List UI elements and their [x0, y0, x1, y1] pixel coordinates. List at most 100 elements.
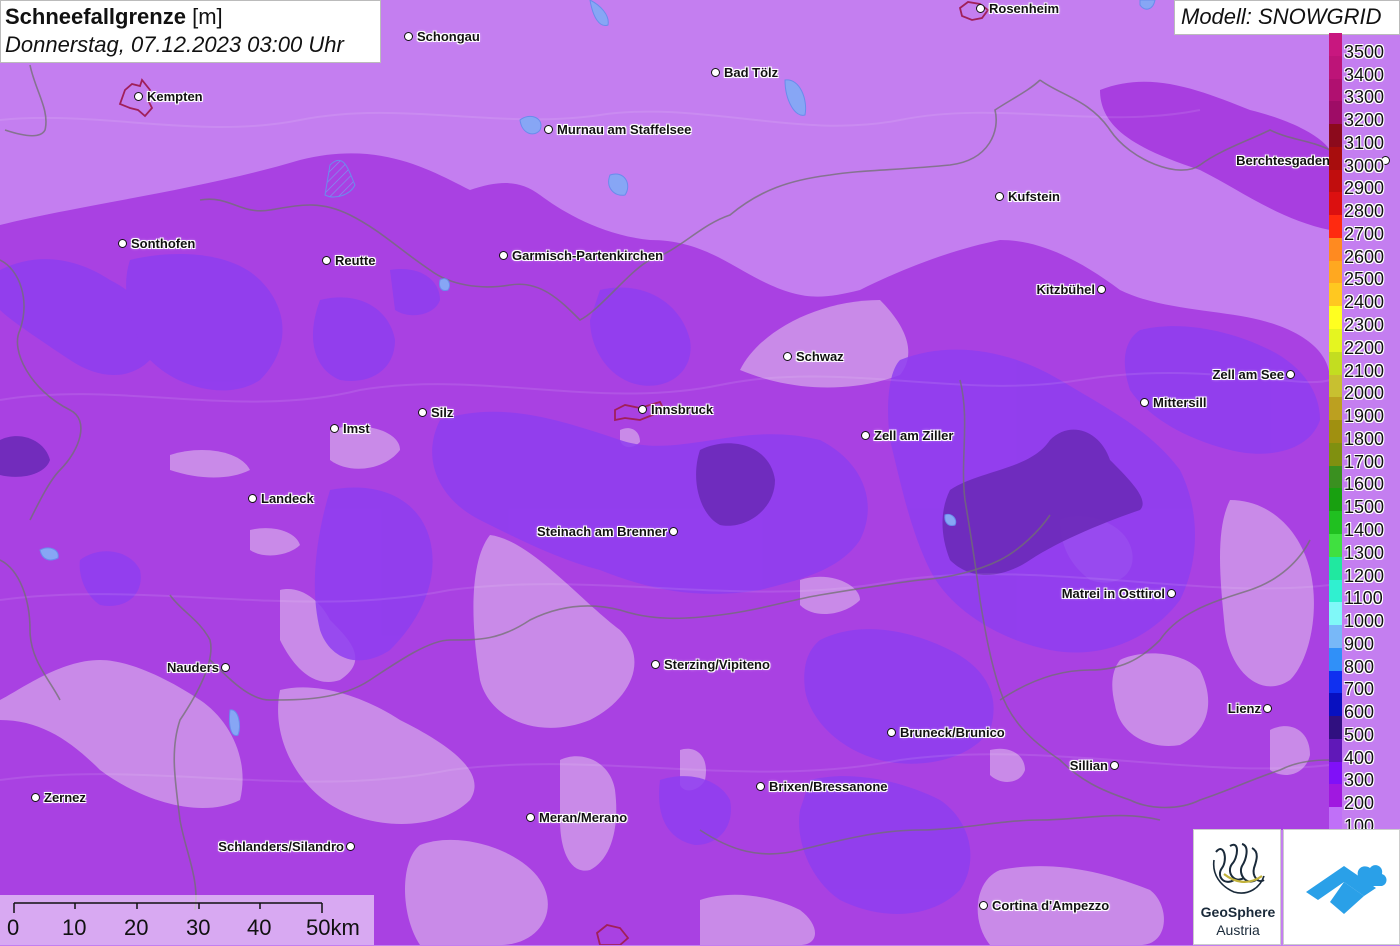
snowfall-map[interactable]: [0, 0, 1400, 945]
city-marker[interactable]: [221, 663, 230, 672]
city-label: Mittersill: [1153, 395, 1207, 410]
legend-swatch: [1329, 579, 1342, 603]
city-label: Sterzing/Vipiteno: [664, 657, 770, 672]
snowgrid-logo[interactable]: [1283, 829, 1400, 945]
city-label: Sillian: [1069, 758, 1108, 773]
city-marker[interactable]: [1110, 761, 1119, 770]
scale-tick-label: 30: [186, 915, 211, 940]
city-marker[interactable]: [134, 92, 143, 101]
city-label: Zell am See: [1212, 367, 1284, 382]
legend-item: 900: [1328, 625, 1400, 654]
legend-swatch: [1329, 716, 1342, 740]
legend-item: 2200: [1328, 329, 1400, 358]
scale-tick-label: 20: [124, 915, 149, 940]
city-marker[interactable]: [1263, 704, 1272, 713]
legend-swatch: [1329, 670, 1342, 694]
city-marker[interactable]: [669, 527, 678, 536]
legend-item: 800: [1328, 647, 1400, 677]
city-label: Imst: [343, 421, 370, 436]
city-marker[interactable]: [346, 842, 355, 851]
color-legend: 3500 3400 3300 3200 3100 3000 2900 2800 2700 2600…: [1328, 33, 1400, 836]
legend-item: 1900: [1328, 397, 1400, 426]
city-marker[interactable]: [404, 32, 413, 41]
city-marker[interactable]: [118, 239, 127, 248]
legend-swatch: [1329, 215, 1342, 239]
map-title-unit: [m]: [192, 4, 223, 29]
city-marker[interactable]: [544, 125, 553, 134]
city-label: Matrei in Osttirol: [1061, 586, 1165, 601]
city-marker[interactable]: [248, 494, 257, 503]
legend-swatch: [1329, 169, 1342, 193]
city-label: Sonthofen: [131, 236, 196, 251]
legend-swatch: [1329, 625, 1342, 649]
city-label: Cortina d'Ampezzo: [992, 898, 1110, 913]
city-label: Landeck: [261, 491, 314, 506]
city-label: Kempten: [147, 89, 203, 104]
legend-item: 1000: [1328, 602, 1400, 631]
legend-item: 1300: [1328, 533, 1400, 563]
city-label: Zell am Ziller: [874, 428, 954, 443]
legend-swatch: [1329, 192, 1342, 216]
legend-swatch: [1329, 807, 1342, 831]
legend-item: 2100: [1328, 351, 1400, 381]
legend-item: 400: [1328, 738, 1400, 768]
legend-item: 700: [1328, 670, 1400, 699]
legend-item: 2300: [1328, 306, 1400, 335]
legend-item: 3100: [1328, 124, 1400, 153]
city-label: Garmisch-Partenkirchen: [512, 248, 664, 263]
scale-bar: 0 10 20 30 40 50km: [0, 895, 374, 945]
city-marker[interactable]: [979, 901, 988, 910]
city-marker[interactable]: [976, 4, 985, 13]
city-label: Reutte: [335, 253, 376, 268]
legend-swatch: [1329, 442, 1342, 467]
geosphere-name: GeoSphere: [1200, 904, 1276, 920]
city-marker[interactable]: [651, 660, 660, 669]
legend-item: 1600: [1328, 465, 1400, 494]
legend-item: 1700: [1328, 442, 1400, 472]
city-marker[interactable]: [711, 68, 720, 77]
legend-swatch: [1329, 602, 1342, 626]
legend-item: 1100: [1328, 579, 1400, 608]
city-marker[interactable]: [31, 793, 40, 802]
city-label: Zernez: [44, 790, 86, 805]
geosphere-mark-icon: [1212, 843, 1265, 894]
city-marker[interactable]: [887, 728, 896, 737]
city-marker[interactable]: [1140, 398, 1149, 407]
city-marker[interactable]: [756, 782, 765, 791]
city-marker[interactable]: [499, 251, 508, 260]
city-label: Schwaz: [796, 349, 844, 364]
legend-item: 3400: [1328, 55, 1400, 85]
city-marker[interactable]: [330, 424, 339, 433]
map-date: Donnerstag, 07.12.2023 03:00 Uhr: [5, 32, 344, 57]
city-marker[interactable]: [995, 192, 1004, 201]
legend-item: 2000: [1328, 374, 1400, 403]
city-marker[interactable]: [1167, 589, 1176, 598]
legend-item: 2500: [1328, 260, 1400, 289]
legend-swatch: [1329, 33, 1342, 57]
city-marker[interactable]: [783, 352, 792, 361]
city-marker[interactable]: [638, 405, 647, 414]
city-label: Steinach am Brenner: [536, 524, 667, 539]
city-marker[interactable]: [861, 431, 870, 440]
legend-item: 3500: [1328, 33, 1400, 62]
legend-item: 2700: [1328, 215, 1400, 244]
legend-swatch: [1329, 511, 1342, 535]
city-marker[interactable]: [526, 813, 535, 822]
city-marker[interactable]: [1097, 285, 1106, 294]
legend-item: 3000: [1328, 146, 1400, 176]
city-label: Bruneck/Brunico: [900, 725, 1005, 740]
cloud-arrow-icon: [1306, 865, 1387, 914]
city-marker[interactable]: [322, 256, 331, 265]
legend-swatch: [1329, 761, 1342, 785]
legend-swatch: [1329, 146, 1342, 171]
geosphere-logo[interactable]: GeoSphere Austria: [1193, 829, 1281, 945]
scale-tick-label: 40: [247, 915, 272, 940]
city-marker[interactable]: [418, 408, 427, 417]
legend-item: 300: [1328, 761, 1400, 790]
legend-item: 100: [1328, 807, 1400, 836]
scale-tick-label: 50km: [306, 915, 360, 940]
city-label: Lienz: [1227, 701, 1261, 716]
city-marker[interactable]: [1286, 370, 1295, 379]
legend-swatch: [1329, 693, 1342, 717]
legend-swatch: [1329, 465, 1342, 489]
